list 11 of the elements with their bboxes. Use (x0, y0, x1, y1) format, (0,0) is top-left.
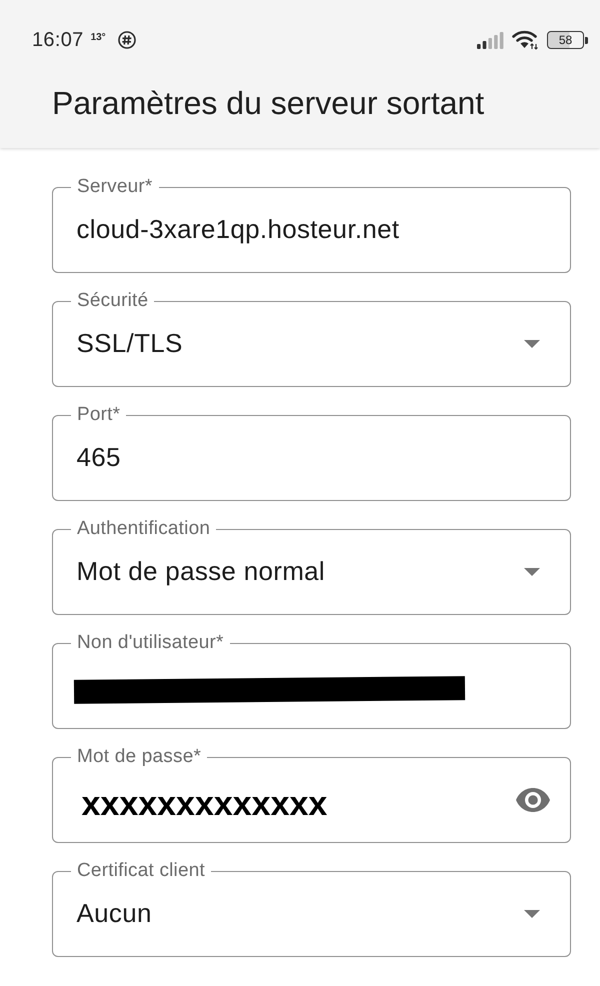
signal-icon (477, 32, 504, 48)
screen-title: Paramètres du serveur sortant (52, 84, 484, 122)
wifi-icon (512, 30, 539, 50)
battery-indicator: 58 (547, 31, 588, 49)
hash-circle-icon (118, 31, 136, 49)
eye-icon[interactable] (516, 788, 550, 812)
caret-icon (524, 340, 540, 348)
caret-icon (524, 910, 540, 918)
caret-icon (524, 568, 540, 576)
temperature: 13° (90, 32, 106, 42)
status-time: 16:07 (32, 28, 84, 52)
